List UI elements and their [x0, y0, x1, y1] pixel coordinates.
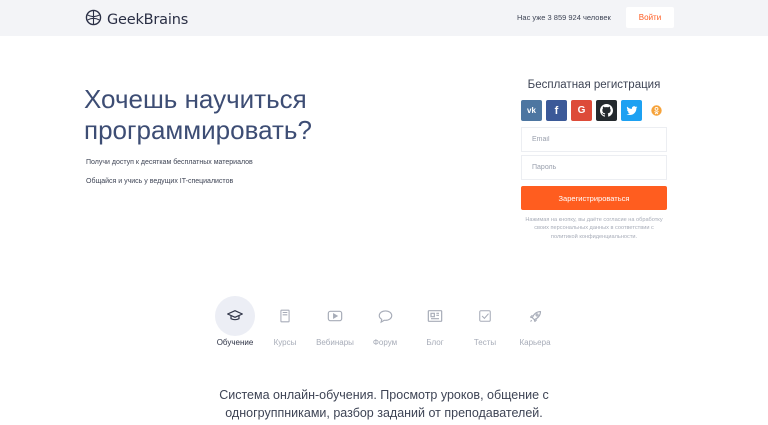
- twitter-icon[interactable]: [621, 100, 642, 121]
- tab-label: Блог: [426, 338, 444, 347]
- register-button[interactable]: Зарегистрироваться: [521, 186, 667, 210]
- graduation-cap-icon: [215, 296, 255, 336]
- odnoklassniki-icon[interactable]: [646, 100, 667, 121]
- vk-icon[interactable]: vk: [521, 100, 542, 121]
- tab-career[interactable]: Карьера: [510, 296, 560, 347]
- tab-label: Карьера: [519, 338, 551, 347]
- user-count: Нас уже 3 859 924 человек: [517, 13, 611, 22]
- terms-text: Нажимая на кнопку, вы даёте согласие на …: [525, 217, 663, 240]
- feature-tabs: Обучение Курсы Вебинары Форум Блог Тесты: [210, 296, 560, 347]
- google-glyph: G: [577, 105, 586, 116]
- github-icon[interactable]: [596, 100, 617, 121]
- tab-tests[interactable]: Тесты: [460, 296, 510, 347]
- password-field[interactable]: [521, 155, 667, 180]
- checkbox-icon: [465, 296, 505, 336]
- tab-blog[interactable]: Блог: [410, 296, 460, 347]
- facebook-glyph: f: [554, 104, 559, 117]
- tab-label: Курсы: [273, 338, 297, 347]
- email-field[interactable]: [521, 127, 667, 152]
- google-icon[interactable]: G: [571, 100, 592, 121]
- logo[interactable]: GeekBrains: [85, 9, 188, 31]
- social-login-row: vk f G: [521, 100, 667, 121]
- tab-label: Вебинары: [316, 338, 354, 347]
- hero-headline: Хочешь научиться программировать?: [84, 84, 312, 145]
- top-header: GeekBrains Нас уже 3 859 924 человек Вой…: [0, 0, 768, 36]
- registration-title: Бесплатная регистрация: [527, 79, 661, 91]
- login-button[interactable]: Войти: [626, 7, 674, 28]
- tab-forum[interactable]: Форум: [360, 296, 410, 347]
- tab-label: Обучение: [216, 338, 254, 347]
- hero-line-1: Получи доступ к десяткам бесплатных мате…: [86, 159, 253, 166]
- logo-text: GeekBrains: [107, 12, 189, 28]
- vk-glyph: vk: [527, 106, 536, 115]
- rocket-icon: [515, 296, 555, 336]
- chat-bubble-icon: [365, 296, 405, 336]
- hero-line-2: Общайся и учись у ведущих IT-специалисто…: [86, 178, 234, 185]
- tab-webinars[interactable]: Вебинары: [310, 296, 360, 347]
- geekbrains-logo-icon: [85, 9, 102, 31]
- book-icon: [265, 296, 305, 336]
- tab-label: Форум: [372, 338, 398, 347]
- newspaper-icon: [415, 296, 455, 336]
- video-play-icon: [315, 296, 355, 336]
- facebook-icon[interactable]: f: [546, 100, 567, 121]
- tab-courses[interactable]: Курсы: [260, 296, 310, 347]
- tab-label: Тесты: [473, 338, 497, 347]
- section-description: Система онлайн-обучения. Просмотр уроков…: [219, 388, 549, 420]
- tab-learning[interactable]: Обучение: [210, 296, 260, 347]
